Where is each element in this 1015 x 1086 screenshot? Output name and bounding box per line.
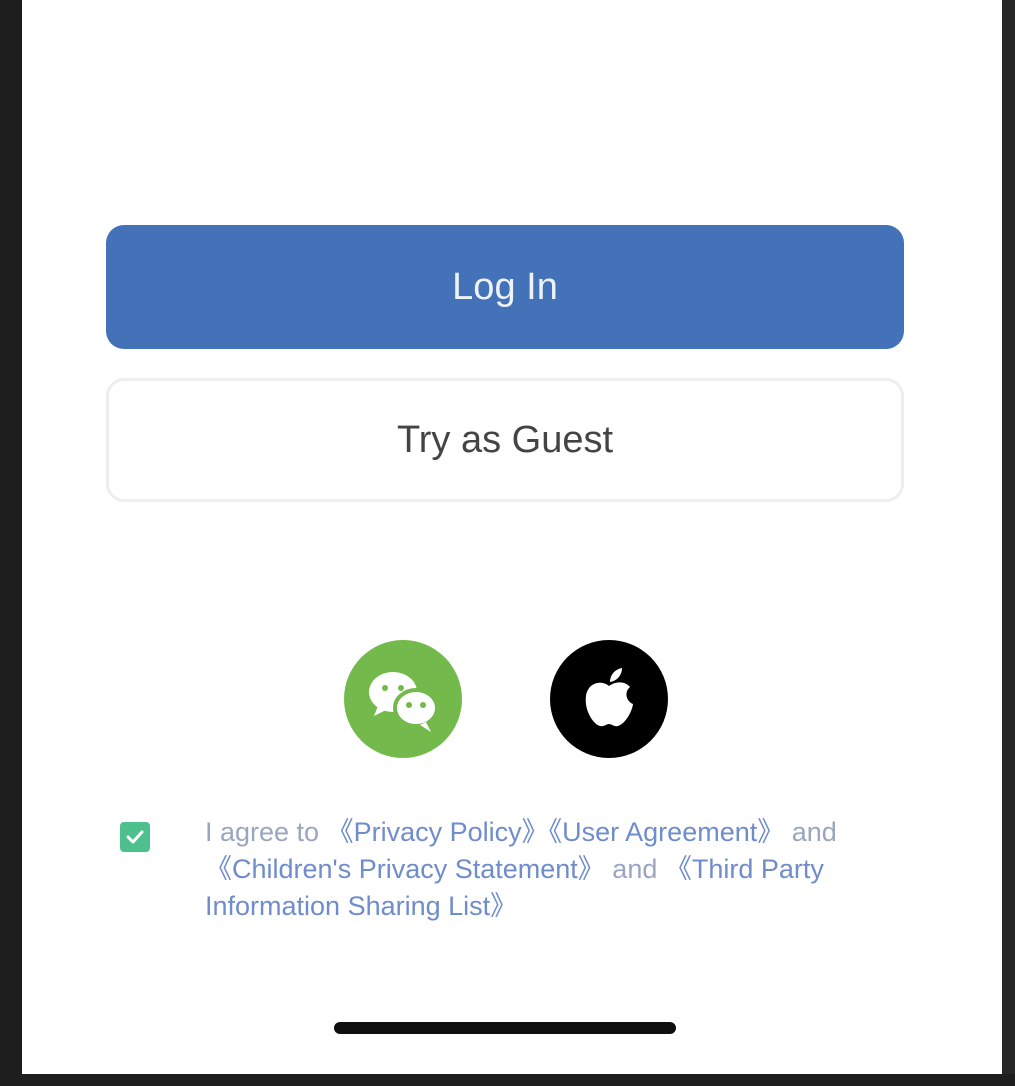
agreement-conjunction: and [604, 854, 665, 884]
device-bezel-right [1002, 0, 1015, 1086]
childrens-privacy-statement-link[interactable]: 《Children's Privacy Statement》 [205, 854, 605, 884]
privacy-policy-link[interactable]: 《Privacy Policy》 [327, 817, 549, 847]
home-indicator[interactable] [334, 1022, 676, 1034]
device-bezel-left [0, 0, 22, 1086]
agreement-checkbox[interactable] [120, 822, 150, 852]
wechat-icon [369, 672, 439, 732]
device-frame: Log In Try as Guest I agree to 《Privacy … [0, 0, 1015, 1086]
agreement-prefix: I agree to [205, 817, 327, 847]
login-screen: Log In Try as Guest I agree to 《Privacy … [22, 0, 1002, 1074]
device-bezel-bottom [0, 1074, 1015, 1086]
agreement-conjunction: and [784, 817, 837, 847]
user-agreement-link[interactable]: 《User Agreement》 [549, 817, 785, 847]
agreement-text: I agree to 《Privacy Policy》《User Agreeme… [205, 814, 845, 925]
wechat-login-button[interactable] [344, 640, 462, 758]
checkmark-icon [126, 830, 144, 844]
try-as-guest-button[interactable]: Try as Guest [106, 378, 904, 502]
login-button[interactable]: Log In [106, 225, 904, 349]
apple-login-button[interactable] [550, 640, 668, 758]
apple-icon [585, 668, 633, 727]
